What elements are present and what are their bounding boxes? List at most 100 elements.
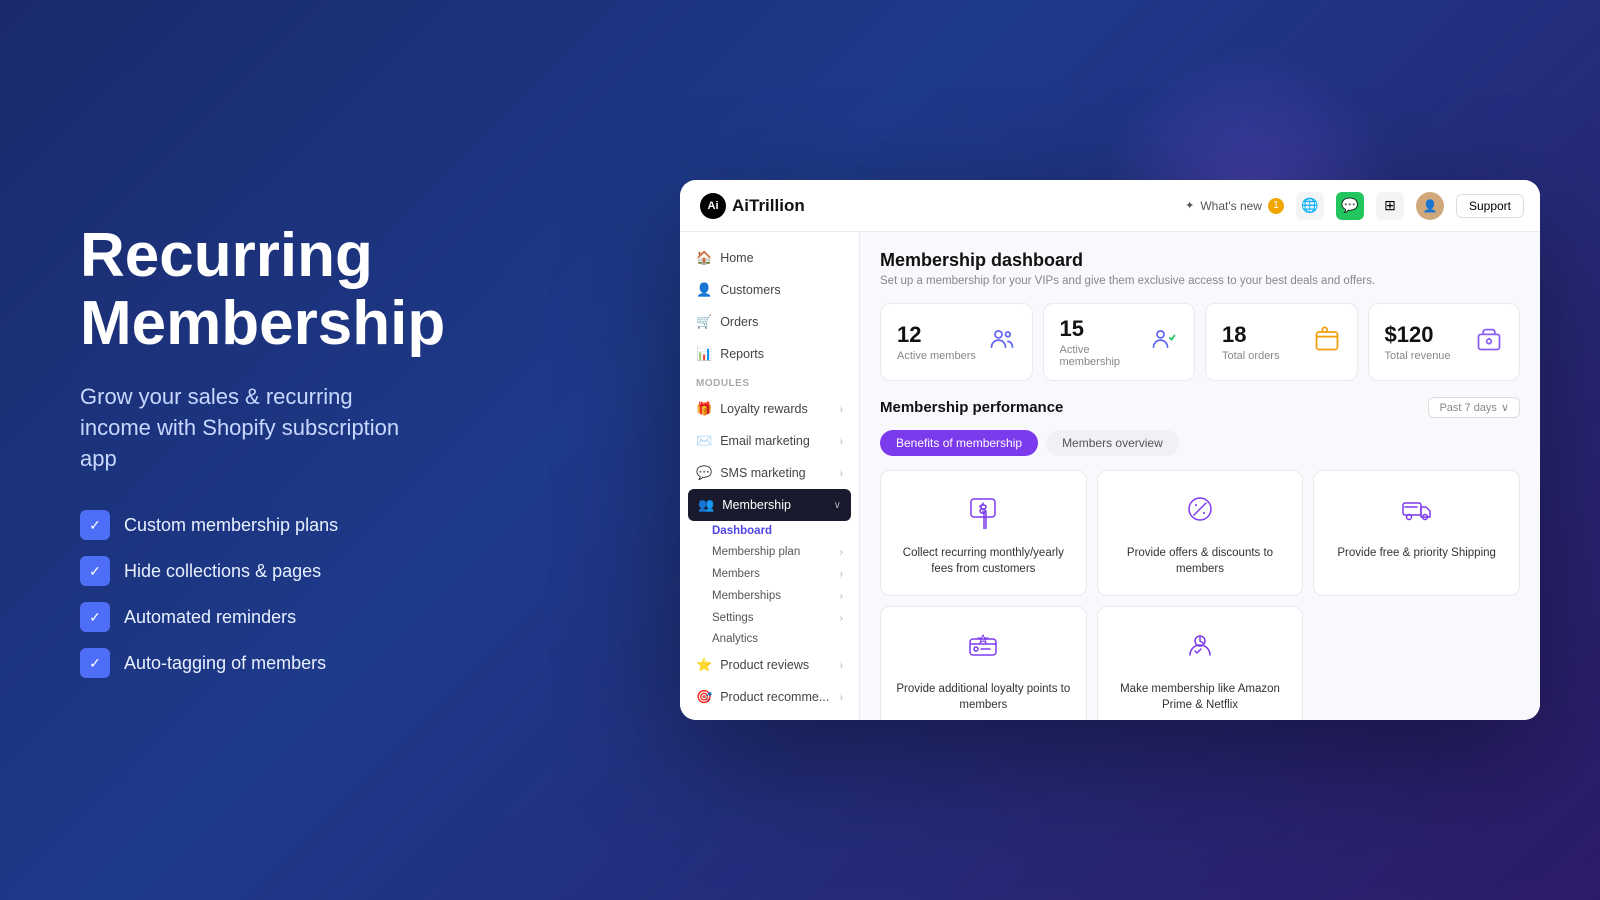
stat-members-info: 12 Active members [897, 322, 976, 362]
check-icon-4: ✓ [80, 648, 110, 678]
tabs-row: Benefits of membership Members overview [880, 430, 1520, 456]
check-icon-3: ✓ [80, 602, 110, 632]
benefit-label-loyalty: Provide additional loyalty points to mem… [895, 681, 1072, 713]
collect-icon [963, 489, 1003, 535]
stat-orders-icon [1313, 325, 1341, 359]
support-button[interactable]: Support [1456, 194, 1524, 218]
sidebar-item-home[interactable]: 🏠 Home [680, 242, 859, 274]
shipping-icon [1397, 489, 1437, 535]
membership-icon: 👥 [698, 497, 714, 513]
stats-row: 12 Active members 15 [880, 303, 1520, 381]
stat-membership-icon [1150, 325, 1178, 359]
stat-membership-info: 15 Active membership [1060, 316, 1151, 368]
stat-orders-info: 18 Total orders [1222, 322, 1279, 362]
hero-subtitle: Grow your sales & recurring income with … [80, 382, 420, 474]
reviews-expand-icon: › [840, 660, 843, 671]
benefit-card-shipping[interactable]: Provide free & priority Shipping [1313, 470, 1520, 596]
email-expand-icon: › [840, 436, 843, 447]
top-bar-actions: ✦ What's new 1 🌐 💬 ⊞ 👤 Support [1185, 192, 1524, 220]
sidebar-sub-members[interactable]: Members › [680, 563, 859, 585]
page-title: Membership dashboard [880, 250, 1520, 271]
sidebar-item-customers[interactable]: 👤 Customers [680, 274, 859, 306]
date-filter-dropdown[interactable]: Past 7 days ∨ [1428, 397, 1520, 418]
stat-revenue-icon [1475, 325, 1503, 359]
performance-header: Membership performance Past 7 days ∨ [880, 397, 1520, 418]
dropdown-chevron-icon: ∨ [1501, 401, 1509, 414]
tab-benefits[interactable]: Benefits of membership [880, 430, 1038, 456]
language-icon[interactable]: 🌐 [1296, 192, 1324, 220]
reports-icon: 📊 [696, 346, 712, 362]
benefit-label-prime: Make membership like Amazon Prime & Netf… [1112, 681, 1289, 713]
sidebar-item-email[interactable]: ✉️ Email marketing › [680, 425, 859, 457]
sidebar-sub-memberships[interactable]: Memberships › [680, 585, 859, 607]
dashboard-content: Membership dashboard Set up a membership… [860, 232, 1540, 720]
feature-item-1: ✓ Custom membership plans [80, 510, 420, 540]
sidebar-item-loyalty[interactable]: 🎁 Loyalty rewards › [680, 393, 859, 425]
grid-icon[interactable]: ⊞ [1376, 192, 1404, 220]
performance-title: Membership performance [880, 399, 1063, 416]
app-logo: Ai AiTrillion [700, 193, 805, 219]
home-icon: 🏠 [696, 250, 712, 266]
members-expand: › [840, 569, 843, 580]
sidebar-item-sms[interactable]: 💬 SMS marketing › [680, 457, 859, 489]
sms-icon: 💬 [696, 465, 712, 481]
sidebar-sub-membership-plan[interactable]: Membership plan › [680, 541, 859, 563]
prime-icon [1180, 625, 1220, 671]
offers-icon [1180, 489, 1220, 535]
sidebar: 🏠 Home 👤 Customers 🛒 Orders 📊 Reports MO… [680, 232, 860, 720]
membership-expand-icon: ∨ [834, 500, 841, 511]
benefit-card-loyalty[interactable]: Provide additional loyalty points to mem… [880, 606, 1087, 720]
sidebar-item-membership[interactable]: 👥 Membership ∨ [688, 489, 851, 521]
reviews-icon: ⭐ [696, 657, 712, 673]
memberships-expand: › [840, 591, 843, 602]
sidebar-sub-settings[interactable]: Settings › [680, 607, 859, 629]
stat-active-members: 12 Active members [880, 303, 1033, 381]
sidebar-sub-dashboard[interactable]: Dashboard [680, 521, 859, 541]
sidebar-item-orders[interactable]: 🛒 Orders [680, 306, 859, 338]
loyalty-points-icon [963, 625, 1003, 671]
sidebar-sub-analytics[interactable]: Analytics [680, 629, 859, 649]
top-bar: Ai AiTrillion ✦ What's new 1 🌐 💬 ⊞ 👤 Sup… [680, 180, 1540, 232]
recommend-icon: 🎯 [696, 689, 712, 705]
modules-label: MODULES [680, 370, 859, 393]
stat-revenue-info: $120 Total revenue [1385, 322, 1451, 362]
main-layout: 🏠 Home 👤 Customers 🛒 Orders 📊 Reports MO… [680, 232, 1540, 720]
benefit-card-collect[interactable]: Collect recurring monthly/yearly fees fr… [880, 470, 1087, 596]
sidebar-item-whatsapp[interactable]: 💬 WhatsApp › [680, 713, 859, 720]
check-icon-2: ✓ [80, 556, 110, 586]
sms-expand-icon: › [840, 468, 843, 479]
benefit-card-prime[interactable]: Make membership like Amazon Prime & Netf… [1097, 606, 1304, 720]
user-avatar[interactable]: 👤 [1416, 192, 1444, 220]
stat-total-revenue: $120 Total revenue [1368, 303, 1521, 381]
feature-item-3: ✓ Automated reminders [80, 602, 420, 632]
orders-icon: 🛒 [696, 314, 712, 330]
sidebar-item-reports[interactable]: 📊 Reports [680, 338, 859, 370]
stat-total-orders: 18 Total orders [1205, 303, 1358, 381]
whats-new-button[interactable]: ✦ What's new 1 [1185, 198, 1284, 214]
recommend-expand-icon: › [840, 692, 843, 703]
feature-item-2: ✓ Hide collections & pages [80, 556, 420, 586]
check-icon-1: ✓ [80, 510, 110, 540]
feature-list: ✓ Custom membership plans ✓ Hide collect… [80, 510, 420, 678]
page-subtitle: Set up a membership for your VIPs and gi… [880, 275, 1520, 287]
settings-expand: › [840, 613, 843, 624]
stat-active-membership: 15 Active membership [1043, 303, 1196, 381]
chat-icon[interactable]: 💬 [1336, 192, 1364, 220]
benefit-card-offers[interactable]: Provide offers & discounts to members [1097, 470, 1304, 596]
logo-icon: Ai [700, 193, 726, 219]
hero-section: Recurring Membership Grow your sales & r… [0, 162, 480, 739]
benefits-grid: Collect recurring monthly/yearly fees fr… [880, 470, 1520, 720]
sidebar-item-recommend[interactable]: 🎯 Product recomme... › [680, 681, 859, 713]
benefit-label-collect: Collect recurring monthly/yearly fees fr… [895, 545, 1072, 577]
sidebar-item-reviews[interactable]: ⭐ Product reviews › [680, 649, 859, 681]
benefit-label-shipping: Provide free & priority Shipping [1337, 545, 1496, 561]
email-icon: ✉️ [696, 433, 712, 449]
benefit-label-offers: Provide offers & discounts to members [1112, 545, 1289, 577]
feature-item-4: ✓ Auto-tagging of members [80, 648, 420, 678]
stat-members-icon [988, 325, 1016, 359]
tab-members-overview[interactable]: Members overview [1046, 430, 1179, 456]
app-window: Ai AiTrillion ✦ What's new 1 🌐 💬 ⊞ 👤 Sup… [680, 180, 1540, 720]
loyalty-icon: 🎁 [696, 401, 712, 417]
hero-title: Recurring Membership [80, 222, 420, 358]
customers-icon: 👤 [696, 282, 712, 298]
